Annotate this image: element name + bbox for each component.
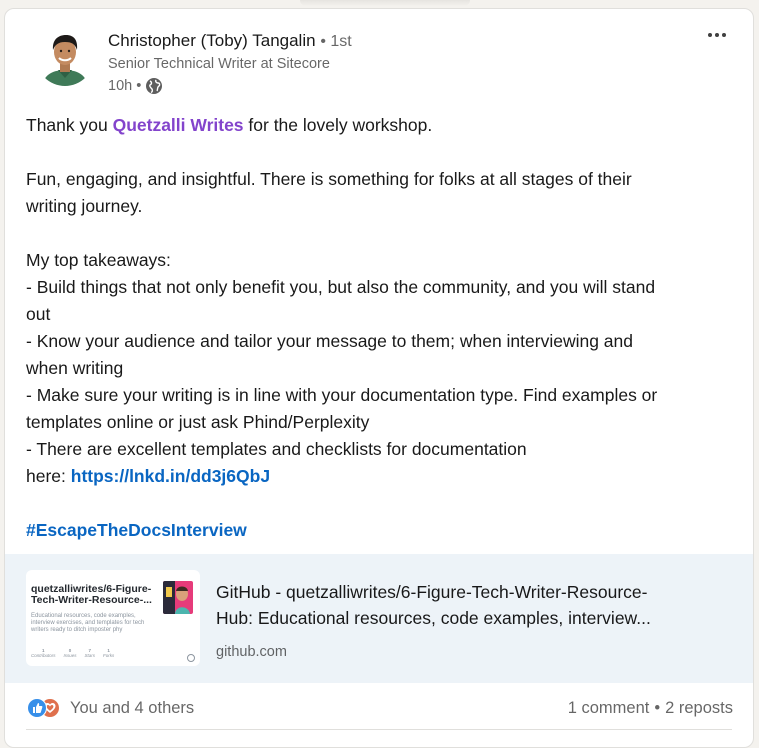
thumbnail-title: quetzalliwrites/6-Figure-Tech-Writer-Res… (31, 583, 152, 606)
author-avatar[interactable] (36, 28, 94, 86)
thumbnail-stat: 1 Forks (103, 648, 115, 658)
author-name-line[interactable]: Christopher (Toby) Tangalin • 1st (108, 31, 352, 51)
thumbnail-description: Educational resources, code examples, in… (31, 613, 145, 633)
thumbnail-stat: 7 Stars (84, 648, 96, 658)
text-line: - Make sure your writing is in line with… (26, 385, 658, 405)
reaction-icons[interactable] (27, 698, 67, 718)
link-preview-domain: github.com (216, 644, 287, 660)
social-counts-bar: You and 4 others 1 comment • 2 reposts (5, 683, 753, 733)
more-options-icon[interactable] (703, 23, 731, 47)
counts-separator: • (654, 699, 661, 717)
thumbnail-stat: 0 Issues (63, 648, 77, 658)
divider (26, 729, 732, 730)
like-reaction-icon (27, 698, 47, 718)
text-line-thanks: Thank you Quetzalli Writes for the lovel… (26, 115, 433, 135)
reposts-count[interactable]: 2 reposts (665, 699, 733, 718)
text-line-link: here: https://lnkd.in/dd3j6QbJ (26, 466, 271, 486)
link-preview-card[interactable]: quetzalliwrites/6-Figure-Tech-Writer-Res… (5, 554, 753, 683)
globe-icon (145, 77, 163, 95)
connection-degree: • 1st (320, 33, 352, 50)
thumbnail-stats: 1 Contributors 0 Issues 7 Stars 1 Forks (31, 648, 151, 658)
engagement-counts: 1 comment • 2 reposts (568, 699, 733, 718)
text-line: My top takeaways: (26, 250, 171, 270)
post-body: Thank you Quetzalli Writes for the lovel… (26, 112, 741, 544)
text-line: - Know your audience and tailor your mes… (26, 331, 634, 351)
link-preview-title[interactable]: GitHub - quetzalliwrites/6-Figure-Tech-W… (216, 579, 736, 631)
text-line: - There are excellent templates and chec… (26, 439, 527, 459)
top-shadow (300, 0, 470, 6)
feed-post: Christopher (Toby) Tangalin • 1st Senior… (4, 8, 754, 748)
text-line: when writing (26, 358, 124, 378)
post-time: 10h (108, 78, 133, 94)
thumbnail-stat: 1 Contributors (31, 648, 56, 658)
text-line: writing journey. (26, 196, 143, 216)
post-meta: 10h • (108, 77, 163, 95)
thumbnail-avatar-image (163, 581, 193, 614)
meta-separator: • (136, 78, 142, 94)
hashtag-link[interactable]: #EscapeTheDocsInterview (26, 520, 247, 540)
link-preview-thumbnail[interactable]: quetzalliwrites/6-Figure-Tech-Writer-Res… (26, 570, 200, 666)
text-line: Fun, engaging, and insightful. There is … (26, 169, 632, 189)
author-name[interactable]: Christopher (Toby) Tangalin (108, 31, 316, 50)
author-headline: Senior Technical Writer at Sitecore (108, 56, 330, 72)
text-line: - Build things that not only benefit you… (26, 277, 656, 297)
text-line: out (26, 304, 51, 324)
post-url-link[interactable]: https://lnkd.in/dd3j6QbJ (71, 466, 270, 486)
github-icon (187, 649, 195, 662)
text-line: templates online or just ask Phind/Perpl… (26, 412, 370, 432)
comments-count[interactable]: 1 comment (568, 699, 650, 718)
mention-link[interactable]: Quetzalli Writes (113, 115, 244, 135)
reactors-count[interactable]: You and 4 others (70, 699, 194, 718)
